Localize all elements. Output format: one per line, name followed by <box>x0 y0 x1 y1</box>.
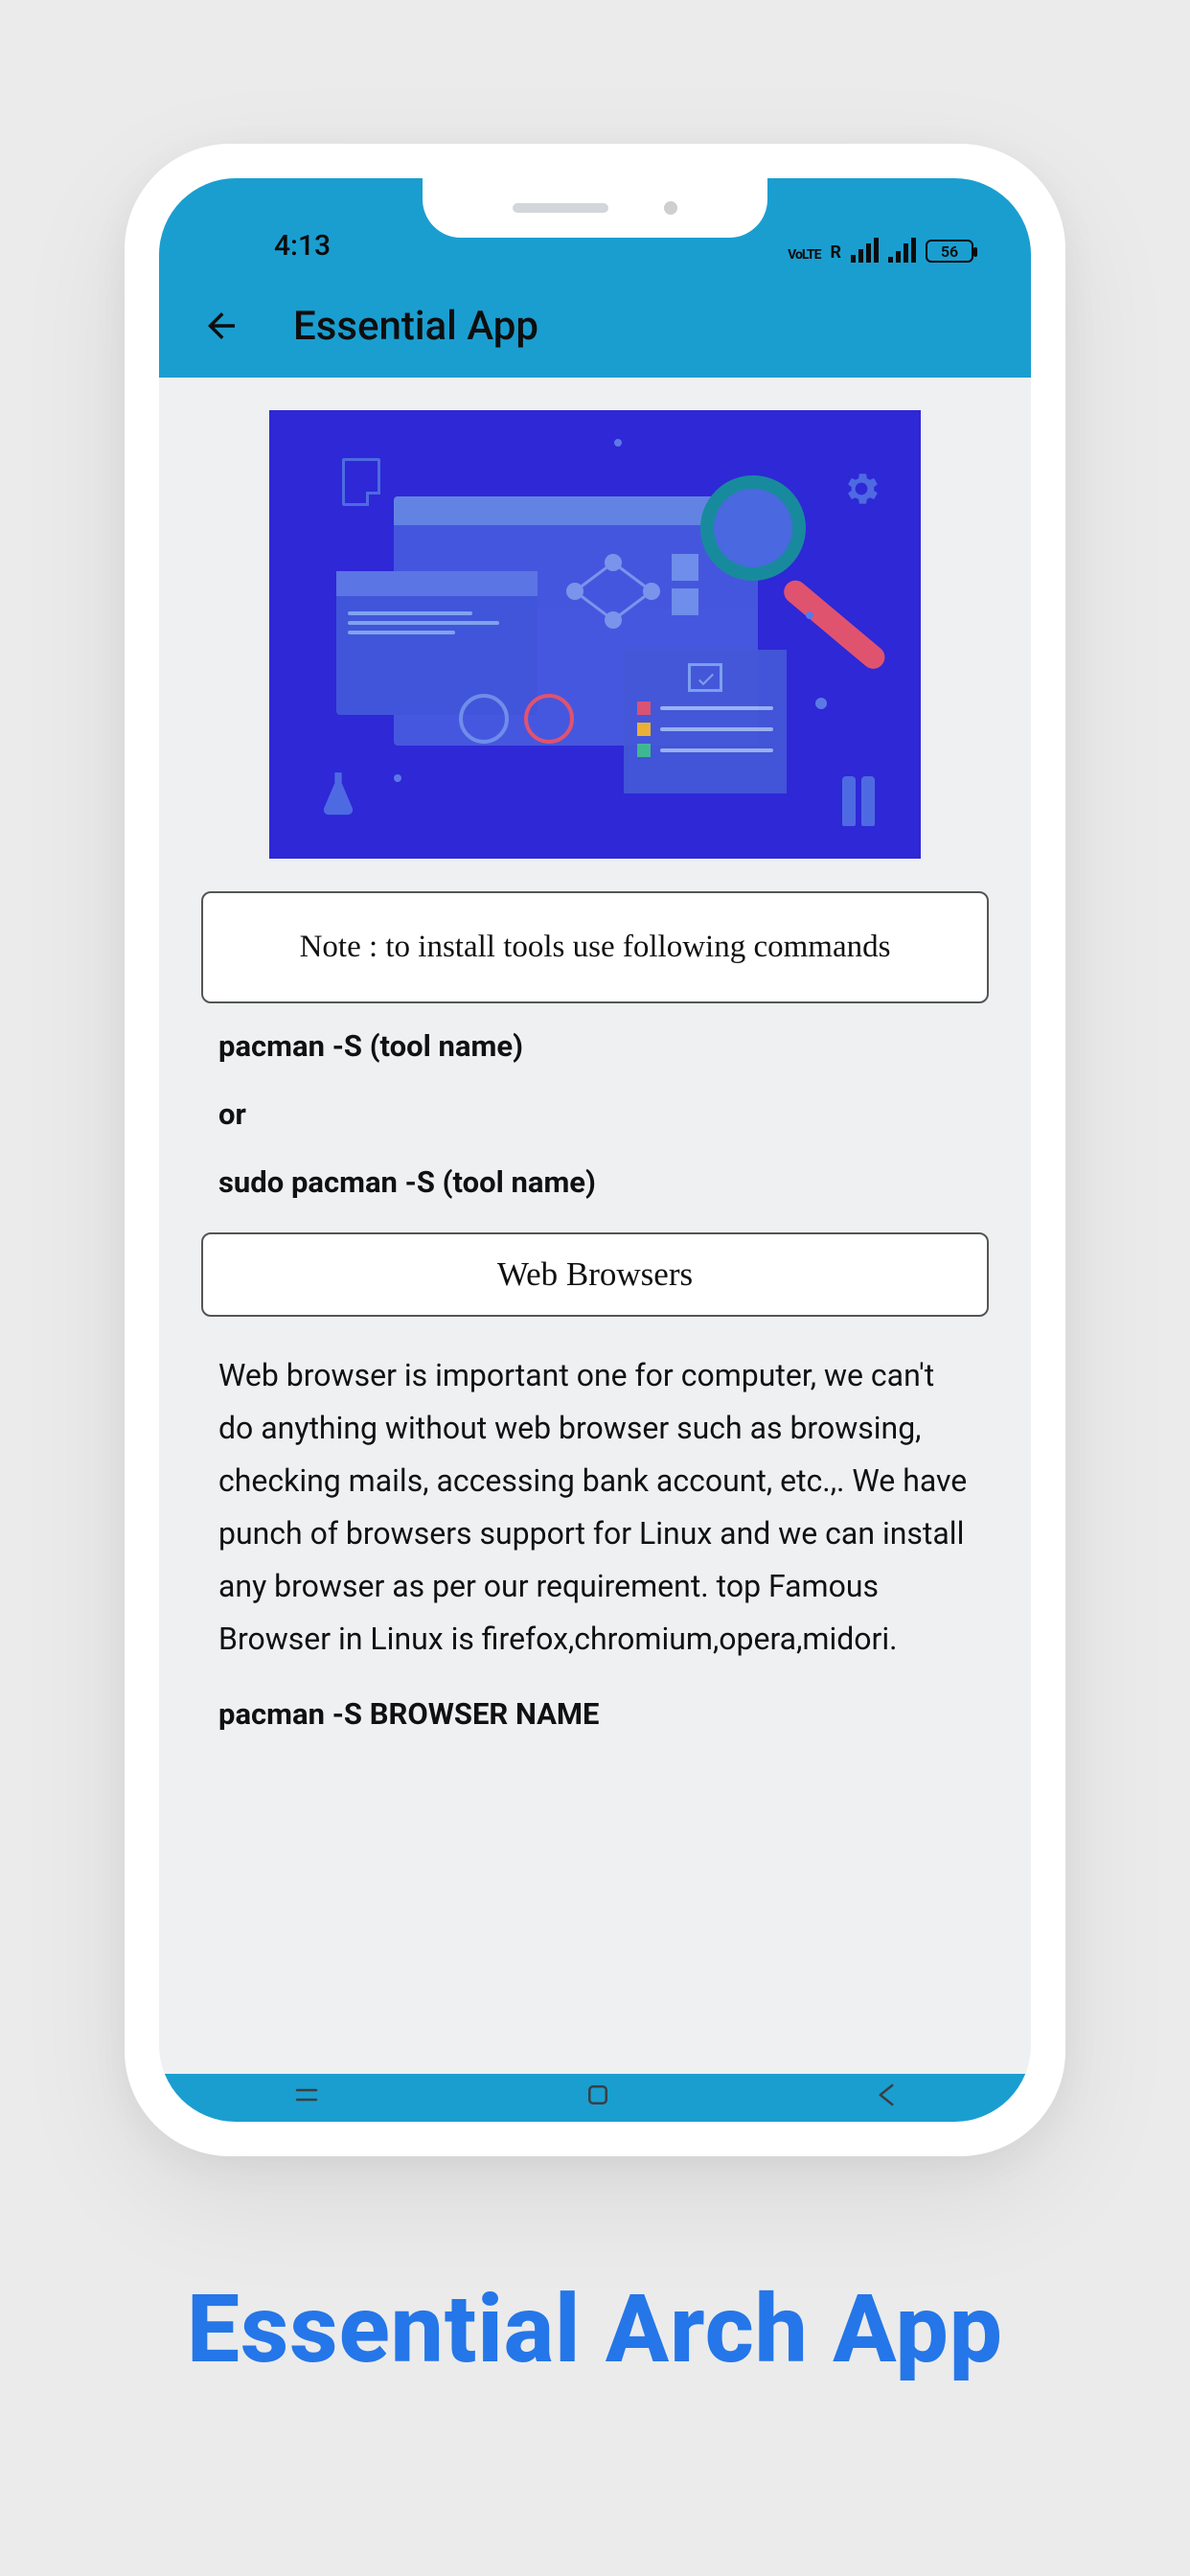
promo-caption: Essential Arch App <box>0 2274 1190 2384</box>
hero-window-small <box>336 571 538 715</box>
signal-bars-2-icon <box>888 238 916 263</box>
section-heading: Web Browsers <box>201 1232 989 1317</box>
phone-frame: 4:13 VoLTE R 56 Essentia <box>125 144 1065 2156</box>
speaker-slot <box>513 203 608 213</box>
hero-dot-icon <box>614 439 622 447</box>
hero-dot-icon <box>806 611 813 619</box>
battery-level: 56 <box>941 242 958 261</box>
hero-ring-icon <box>524 694 574 744</box>
command-text-1: pacman -S (tool name) <box>218 1028 989 1064</box>
flask-icon <box>317 769 359 826</box>
test-tubes-icon <box>842 776 875 826</box>
nav-back-icon[interactable] <box>870 2081 903 2109</box>
phone-notch <box>423 178 767 238</box>
battery-icon: 56 <box>926 240 973 263</box>
hero-dot-icon <box>394 774 401 782</box>
signal-bars-1-icon <box>851 238 879 263</box>
status-right: VoLTE R 56 <box>788 238 973 263</box>
magnifier-handle-icon <box>779 576 889 674</box>
network-r-icon: R <box>830 242 841 263</box>
hero-dot-icon <box>815 698 827 709</box>
nav-home-icon[interactable] <box>584 2081 612 2109</box>
app-title: Essential App <box>293 303 538 350</box>
status-time: 4:13 <box>274 229 331 263</box>
section-body: Web browser is important one for compute… <box>201 1342 989 1683</box>
note-box: Note : to install tools use following co… <box>201 891 989 1003</box>
phone-screen: 4:13 VoLTE R 56 Essentia <box>159 178 1031 2122</box>
hero-square-icon <box>672 554 698 581</box>
hero-checklist-icon <box>624 650 787 794</box>
section-command: pacman -S BROWSER NAME <box>218 1696 989 1732</box>
hero-illustration <box>269 410 921 859</box>
front-camera <box>664 201 677 215</box>
hero-ring-icon <box>459 694 509 744</box>
hero-square-icon <box>672 588 698 615</box>
or-separator: or <box>218 1096 989 1132</box>
back-arrow-icon <box>201 306 241 346</box>
content-scroll[interactable]: Note : to install tools use following co… <box>159 378 1031 2074</box>
network-label: VoLTE <box>788 247 820 263</box>
app-bar: Essential App <box>159 274 1031 378</box>
command-text-2: sudo pacman -S (tool name) <box>218 1164 989 1200</box>
magnifier-icon <box>700 475 806 581</box>
gear-icon <box>840 468 882 514</box>
back-button[interactable] <box>197 302 245 350</box>
android-nav-bar <box>159 2076 1031 2114</box>
document-icon <box>342 458 380 506</box>
nav-recent-icon[interactable] <box>287 2081 326 2109</box>
